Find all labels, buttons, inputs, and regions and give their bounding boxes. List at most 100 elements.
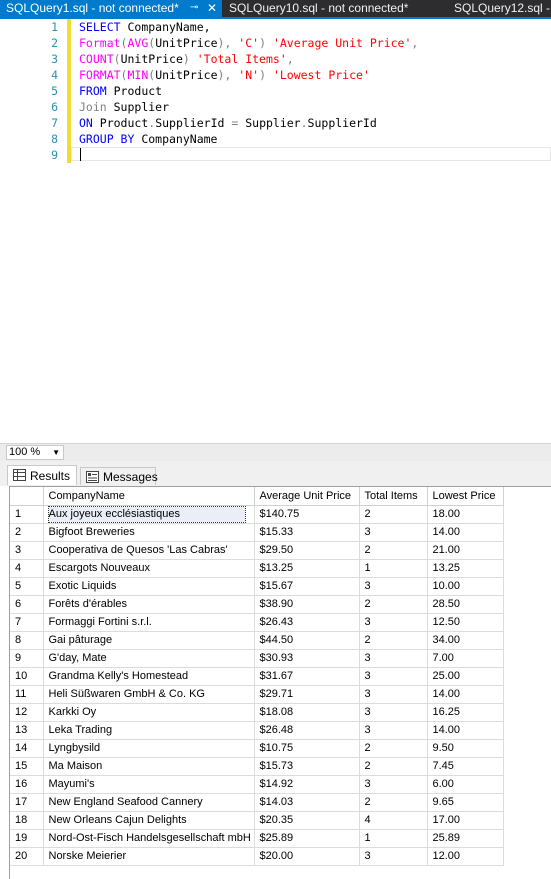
cell-companyname[interactable]: Grandma Kelly's Homestead bbox=[43, 667, 255, 686]
table-row[interactable]: 11 Heli Süßwaren GmbH & Co. KG $29.71 3 14.0… bbox=[10, 685, 504, 704]
cell-total-items[interactable]: 2 bbox=[359, 541, 428, 560]
cell-lowest-price[interactable]: 10.00 bbox=[427, 577, 504, 596]
cell-lowest-price[interactable]: 14.00 bbox=[427, 721, 504, 740]
row-number[interactable]: 11 bbox=[10, 685, 44, 704]
cell-average-unit-price[interactable]: $13.25 bbox=[254, 559, 360, 578]
cell-average-unit-price[interactable]: $30.93 bbox=[254, 649, 360, 668]
cell-total-items[interactable]: 3 bbox=[359, 667, 428, 686]
row-number[interactable]: 5 bbox=[10, 577, 44, 596]
cell-lowest-price[interactable]: 7.45 bbox=[427, 757, 504, 776]
cell-total-items[interactable]: 2 bbox=[359, 631, 428, 650]
row-number[interactable]: 7 bbox=[10, 613, 44, 632]
cell-lowest-price[interactable]: 18.00 bbox=[427, 505, 504, 524]
chevron-down-icon[interactable]: ▼ bbox=[52, 446, 60, 459]
cell-average-unit-price[interactable]: $31.67 bbox=[254, 667, 360, 686]
table-row[interactable]: 9 G'day, Mate $30.93 3 7.00 bbox=[10, 649, 504, 668]
table-row[interactable]: 4 Escargots Nouveaux $13.25 1 13.25 bbox=[10, 559, 504, 578]
row-number[interactable]: 13 bbox=[10, 721, 44, 740]
cell-companyname[interactable]: Escargots Nouveaux bbox=[43, 559, 255, 578]
tab-sqlquery12[interactable]: SQLQuery12.sql - n bbox=[454, 0, 551, 17]
cell-companyname[interactable]: New Orleans Cajun Delights bbox=[43, 811, 255, 830]
row-number[interactable]: 12 bbox=[10, 703, 44, 722]
cell-lowest-price[interactable]: 13.25 bbox=[427, 559, 504, 578]
table-row[interactable]: 3 Cooperativa de Quesos 'Las Cabras' $29.5… bbox=[10, 541, 504, 560]
cell-total-items[interactable]: 1 bbox=[359, 829, 428, 848]
table-row[interactable]: 12 Karkki Oy $18.08 3 16.25 bbox=[10, 703, 504, 722]
cell-total-items[interactable]: 3 bbox=[359, 721, 428, 740]
table-row[interactable]: 18 New Orleans Cajun Delights $20.35 4 17.00 bbox=[10, 811, 504, 830]
cell-companyname[interactable]: Bigfoot Breweries bbox=[43, 523, 255, 542]
cell-companyname[interactable]: G'day, Mate bbox=[43, 649, 255, 668]
cell-average-unit-price[interactable]: $14.03 bbox=[254, 793, 360, 812]
cell-lowest-price[interactable]: 14.00 bbox=[427, 685, 504, 704]
code-line[interactable]: 4 FORMAT(MIN(UnitPrice), 'N') 'Lowest Pri… bbox=[0, 67, 551, 83]
cell-total-items[interactable]: 1 bbox=[359, 559, 428, 578]
code-line[interactable]: 8 GROUP BY CompanyName bbox=[0, 131, 551, 147]
cell-lowest-price[interactable]: 25.89 bbox=[427, 829, 504, 848]
column-header-lowest-price[interactable]: Lowest Price bbox=[427, 487, 504, 506]
code-line[interactable]: 6 Join Supplier bbox=[0, 99, 551, 115]
cell-companyname[interactable]: Lyngbysild bbox=[43, 739, 255, 758]
row-number[interactable]: 3 bbox=[10, 541, 44, 560]
table-row[interactable]: 20 Norske Meierier $20.00 3 12.00 bbox=[10, 847, 504, 866]
cell-lowest-price[interactable]: 9.50 bbox=[427, 739, 504, 758]
table-row[interactable]: 17 New England Seafood Cannery $14.03 2 9.65 bbox=[10, 793, 504, 812]
column-header-average-unit-price[interactable]: Average Unit Price bbox=[254, 487, 360, 506]
cell-total-items[interactable]: 3 bbox=[359, 685, 428, 704]
close-icon[interactable]: ✕ bbox=[207, 0, 217, 16]
tab-messages[interactable]: Messages bbox=[80, 467, 158, 485]
row-number[interactable]: 6 bbox=[10, 595, 44, 614]
cell-lowest-price[interactable]: 9.65 bbox=[427, 793, 504, 812]
cell-average-unit-price[interactable]: $15.73 bbox=[254, 757, 360, 776]
cell-companyname[interactable]: Leka Trading bbox=[43, 721, 255, 740]
cell-total-items[interactable]: 3 bbox=[359, 649, 428, 668]
cell-average-unit-price[interactable]: $10.75 bbox=[254, 739, 360, 758]
cell-average-unit-price[interactable]: $18.08 bbox=[254, 703, 360, 722]
cell-total-items[interactable]: 3 bbox=[359, 613, 428, 632]
tab-results[interactable]: Results bbox=[7, 465, 77, 485]
cell-lowest-price[interactable]: 34.00 bbox=[427, 631, 504, 650]
code-line[interactable]: 2 Format(AVG(UnitPrice), 'C') 'Average Un… bbox=[0, 35, 551, 51]
table-row[interactable]: 14 Lyngbysild $10.75 2 9.50 bbox=[10, 739, 504, 758]
code-line[interactable]: 3 COUNT(UnitPrice) 'Total Items', bbox=[0, 51, 551, 67]
cell-average-unit-price[interactable]: $29.71 bbox=[254, 685, 360, 704]
cell-total-items[interactable]: 4 bbox=[359, 811, 428, 830]
code-line[interactable]: 9 bbox=[0, 147, 551, 163]
cell-companyname[interactable]: Nord-Ost-Fisch Handelsgesellschaft mbH bbox=[43, 829, 255, 848]
cell-average-unit-price[interactable]: $44.50 bbox=[254, 631, 360, 650]
cell-average-unit-price[interactable]: $15.33 bbox=[254, 523, 360, 542]
cell-lowest-price[interactable]: 16.25 bbox=[427, 703, 504, 722]
table-row[interactable]: 7 Formaggi Fortini s.r.l. $26.43 3 12.50 bbox=[10, 613, 504, 632]
code-line[interactable]: 1 SELECT CompanyName, bbox=[0, 19, 551, 35]
table-row[interactable]: 5 Exotic Liquids $15.67 3 10.00 bbox=[10, 577, 504, 596]
cell-average-unit-price[interactable]: $15.67 bbox=[254, 577, 360, 596]
cell-total-items[interactable]: 2 bbox=[359, 505, 428, 524]
cell-total-items[interactable]: 3 bbox=[359, 703, 428, 722]
results-grid[interactable]: CompanyName Average Unit Price Total Ite… bbox=[9, 486, 551, 879]
row-number[interactable]: 17 bbox=[10, 793, 44, 812]
cell-total-items[interactable]: 3 bbox=[359, 847, 428, 866]
cell-lowest-price[interactable]: 28.50 bbox=[427, 595, 504, 614]
cell-lowest-price[interactable]: 12.50 bbox=[427, 613, 504, 632]
row-number[interactable]: 10 bbox=[10, 667, 44, 686]
cell-total-items[interactable]: 3 bbox=[359, 577, 428, 596]
cell-lowest-price[interactable]: 7.00 bbox=[427, 649, 504, 668]
table-row[interactable]: 8 Gai pâturage $44.50 2 34.00 bbox=[10, 631, 504, 650]
column-header-total-items[interactable]: Total Items bbox=[359, 487, 428, 506]
table-row[interactable]: 19 Nord-Ost-Fisch Handelsgesellschaft mbH… bbox=[10, 829, 504, 848]
row-number[interactable]: 9 bbox=[10, 649, 44, 668]
cell-companyname[interactable]: Mayumi's bbox=[43, 775, 255, 794]
cell-total-items[interactable]: 3 bbox=[359, 775, 428, 794]
cell-average-unit-price[interactable]: $25.89 bbox=[254, 829, 360, 848]
cell-companyname[interactable]: Exotic Liquids bbox=[43, 577, 255, 596]
code-line[interactable]: 5 FROM Product bbox=[0, 83, 551, 99]
cell-lowest-price[interactable]: 21.00 bbox=[427, 541, 504, 560]
table-row[interactable]: 16 Mayumi's $14.92 3 6.00 bbox=[10, 775, 504, 794]
cell-total-items[interactable]: 3 bbox=[359, 523, 428, 542]
cell-companyname[interactable]: Gai pâturage bbox=[43, 631, 255, 650]
pin-icon[interactable]: ⊸ bbox=[190, 0, 198, 16]
cell-total-items[interactable]: 2 bbox=[359, 739, 428, 758]
row-number[interactable]: 16 bbox=[10, 775, 44, 794]
row-number[interactable]: 18 bbox=[10, 811, 44, 830]
row-number[interactable]: 19 bbox=[10, 829, 44, 848]
